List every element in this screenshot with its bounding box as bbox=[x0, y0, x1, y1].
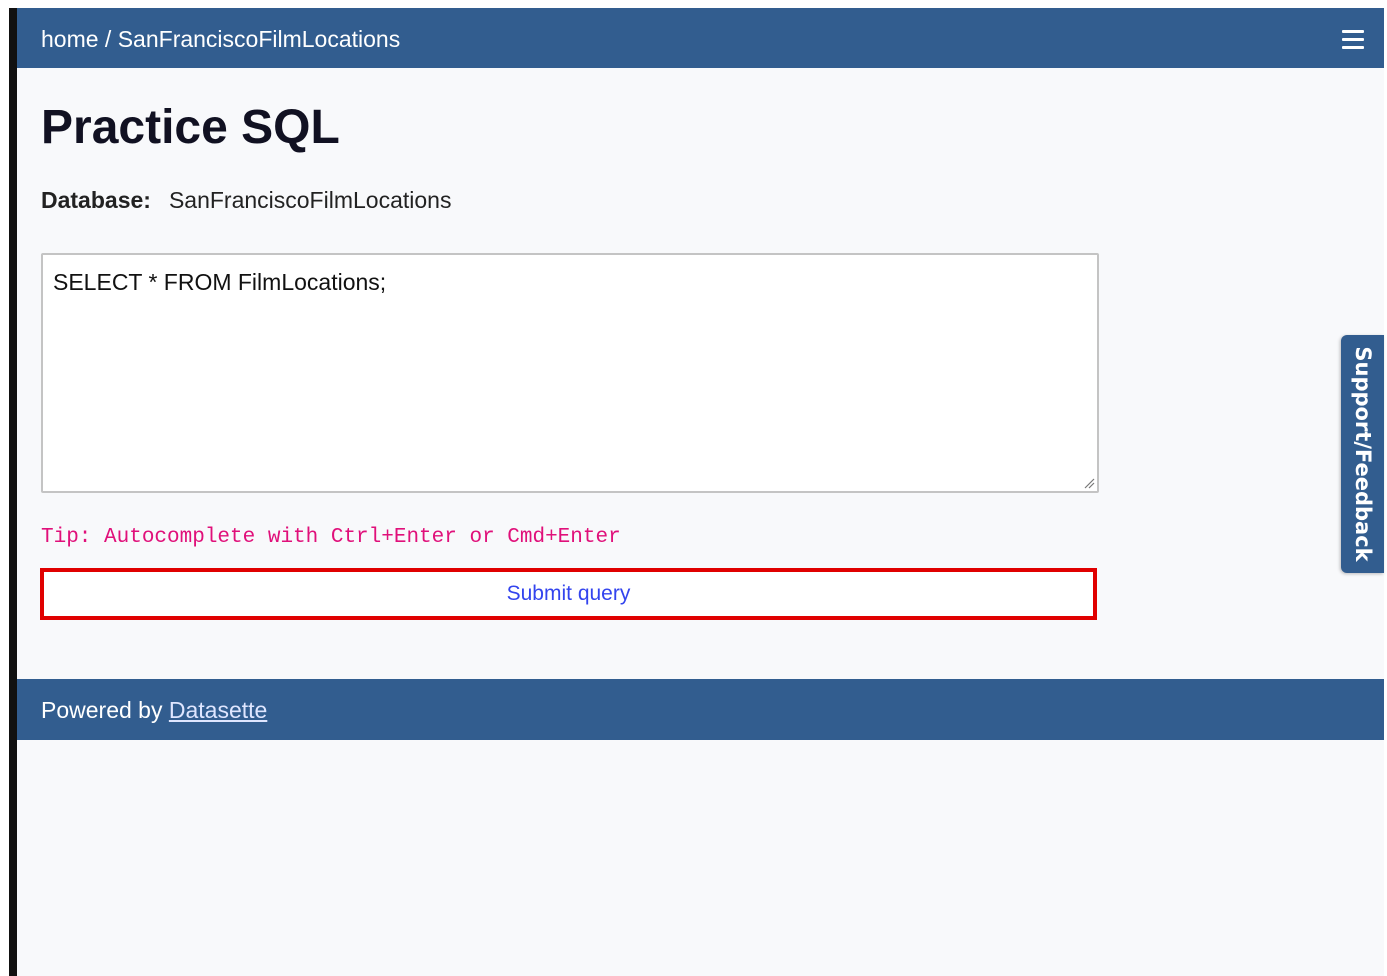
breadcrumb-separator: / bbox=[98, 26, 118, 52]
support-feedback-tab[interactable]: Support/Feedback bbox=[1341, 335, 1384, 573]
sql-query-text[interactable]: SELECT * FROM FilmLocations; bbox=[53, 269, 386, 296]
breadcrumb-database-link[interactable]: SanFranciscoFilmLocations bbox=[118, 26, 401, 52]
page: home / SanFranciscoFilmLocations Practic… bbox=[17, 8, 1384, 976]
footer-prefix: Powered by bbox=[41, 697, 169, 723]
support-feedback-label: Support/Feedback bbox=[1350, 346, 1375, 562]
page-title: Practice SQL bbox=[41, 101, 340, 154]
breadcrumb-home-link[interactable]: home bbox=[41, 26, 99, 52]
autocomplete-tip: Tip: Autocomplete with Ctrl+Enter or Cmd… bbox=[41, 526, 621, 549]
sql-query-editor[interactable]: SELECT * FROM FilmLocations; bbox=[41, 253, 1099, 493]
footer-bar: Powered by Datasette bbox=[17, 679, 1384, 740]
database-info: Database: SanFranciscoFilmLocations bbox=[41, 187, 451, 214]
database-name: SanFranciscoFilmLocations bbox=[168, 187, 452, 213]
submit-query-highlight: Submit query bbox=[40, 568, 1097, 620]
hamburger-menu-icon[interactable] bbox=[1342, 30, 1364, 50]
top-nav-bar: home / SanFranciscoFilmLocations bbox=[17, 8, 1384, 68]
window-left-edge bbox=[0, 0, 17, 976]
window-border bbox=[9, 8, 17, 976]
footer-text: Powered by Datasette bbox=[41, 697, 267, 724]
datasette-link[interactable]: Datasette bbox=[169, 697, 267, 723]
database-label: Database: bbox=[41, 187, 151, 213]
submit-query-button[interactable]: Submit query bbox=[44, 572, 1093, 616]
breadcrumb: home / SanFranciscoFilmLocations bbox=[41, 26, 400, 53]
resize-handle-icon[interactable] bbox=[1083, 477, 1095, 489]
